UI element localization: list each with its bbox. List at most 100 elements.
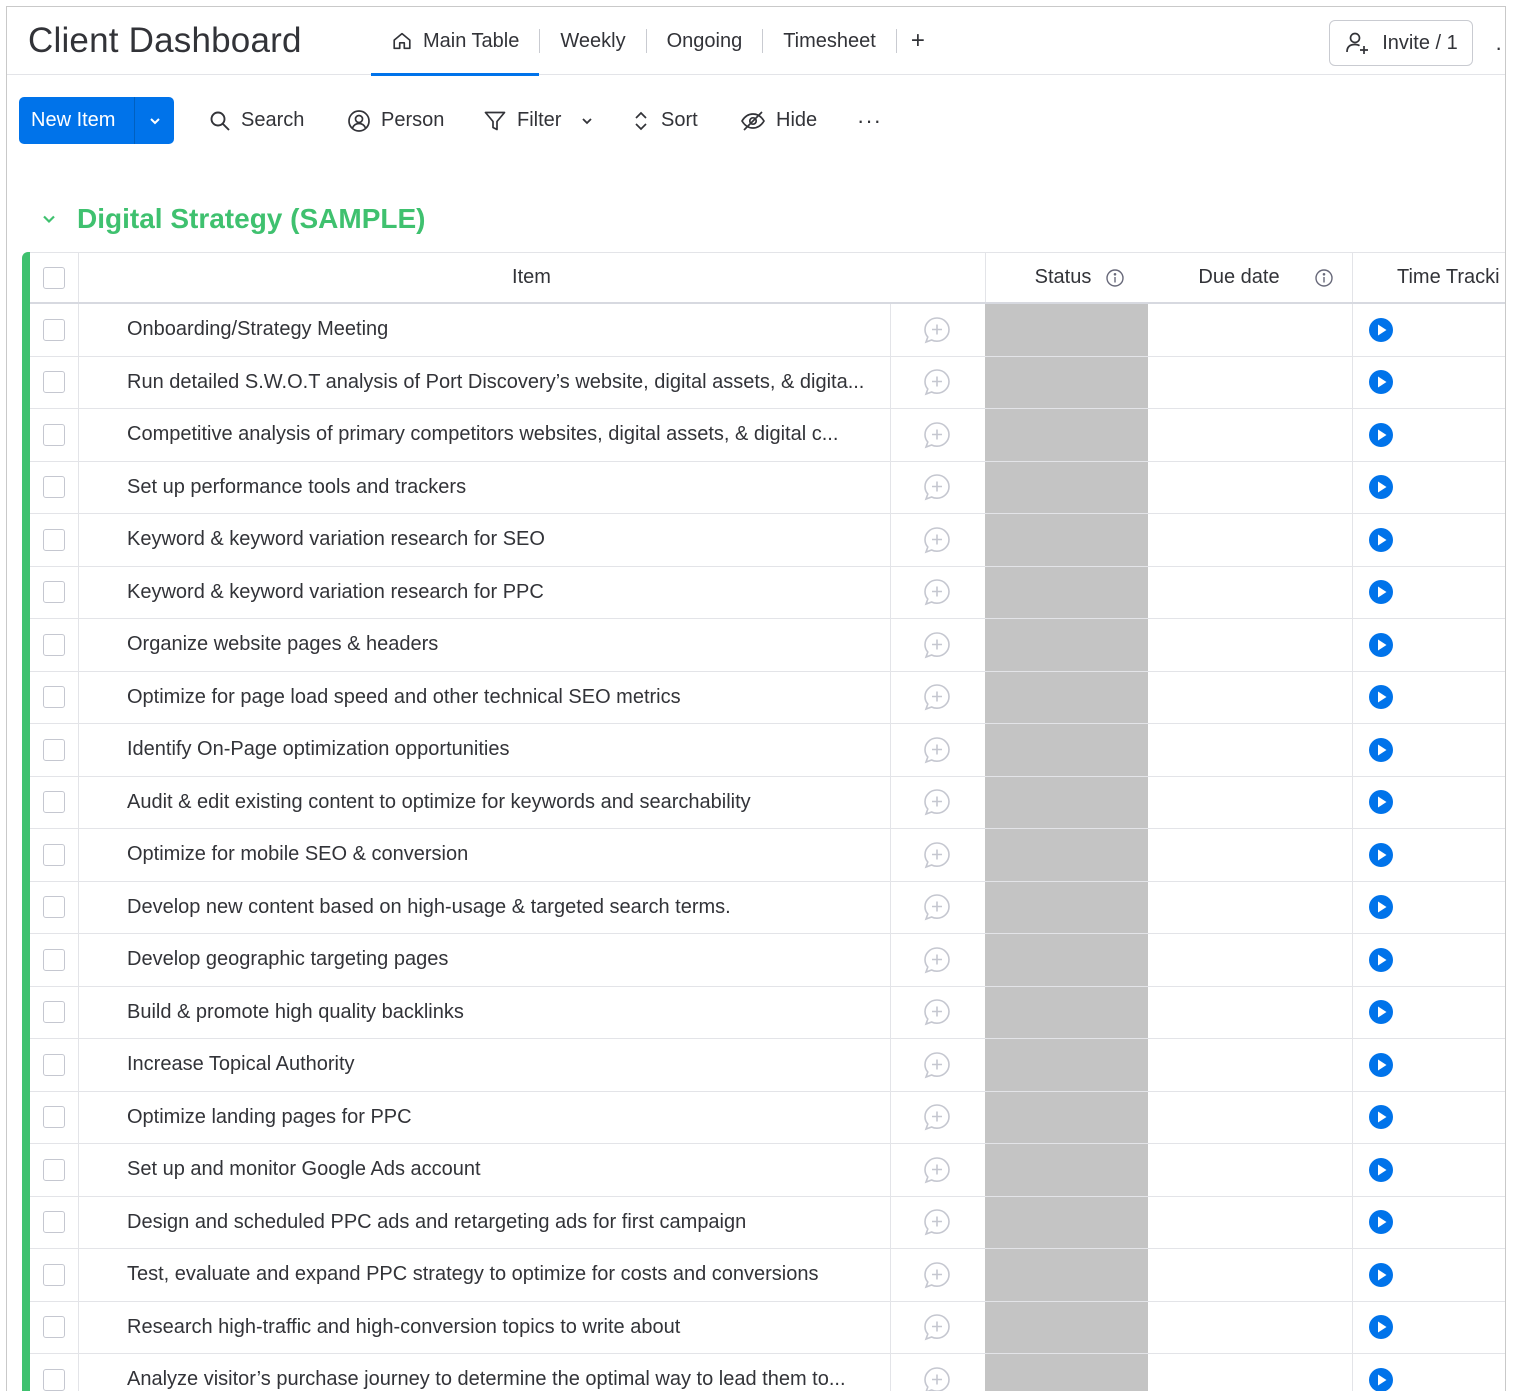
add-update-icon[interactable] bbox=[922, 525, 952, 555]
add-view-button[interactable]: + bbox=[897, 7, 939, 75]
table-row[interactable]: Identify On-Page optimization opportunit… bbox=[30, 724, 1505, 777]
tab-timesheet[interactable]: Timesheet bbox=[763, 7, 896, 75]
play-icon[interactable] bbox=[1368, 999, 1394, 1025]
item-name[interactable]: Audit & edit existing content to optimiz… bbox=[127, 777, 887, 829]
table-row[interactable]: Increase Topical Authority bbox=[30, 1039, 1505, 1092]
row-checkbox[interactable] bbox=[43, 1001, 65, 1024]
add-update-icon[interactable] bbox=[922, 945, 952, 975]
status-cell[interactable] bbox=[985, 1144, 1148, 1196]
add-update-icon[interactable] bbox=[922, 1155, 952, 1185]
add-update-icon[interactable] bbox=[922, 997, 952, 1027]
table-row[interactable]: Organize website pages & headers bbox=[30, 619, 1505, 672]
status-cell[interactable] bbox=[985, 356, 1148, 408]
play-icon[interactable] bbox=[1368, 1104, 1394, 1130]
add-update-icon[interactable] bbox=[922, 1260, 952, 1290]
item-name[interactable]: Research high-traffic and high-conversio… bbox=[127, 1302, 887, 1354]
filter-button[interactable]: Filter bbox=[483, 97, 595, 144]
row-checkbox[interactable] bbox=[43, 686, 65, 709]
item-name[interactable]: Analyze visitor’s purchase journey to de… bbox=[127, 1354, 887, 1391]
item-name[interactable]: Develop new content based on high-usage … bbox=[127, 882, 887, 934]
row-checkbox[interactable] bbox=[43, 1263, 65, 1286]
status-cell[interactable] bbox=[985, 566, 1148, 618]
column-header-due-date[interactable]: Due date bbox=[1180, 253, 1352, 302]
add-update-icon[interactable] bbox=[922, 1050, 952, 1080]
add-update-icon[interactable] bbox=[922, 472, 952, 502]
table-row[interactable]: Run detailed S.W.O.T analysis of Port Di… bbox=[30, 356, 1505, 409]
status-cell[interactable] bbox=[985, 1354, 1148, 1391]
column-header-time-tracking[interactable]: Time Tracki bbox=[1397, 253, 1505, 302]
row-checkbox[interactable] bbox=[43, 371, 65, 394]
info-icon[interactable] bbox=[1105, 268, 1125, 288]
row-checkbox[interactable] bbox=[43, 1211, 65, 1234]
play-icon[interactable] bbox=[1368, 1157, 1394, 1183]
hide-button[interactable]: Hide bbox=[740, 97, 817, 144]
status-cell[interactable] bbox=[985, 986, 1148, 1038]
row-checkbox[interactable] bbox=[43, 633, 65, 656]
more-actions-button[interactable]: ··· bbox=[857, 97, 882, 144]
play-icon[interactable] bbox=[1368, 1052, 1394, 1078]
table-row[interactable]: Develop geographic targeting pages bbox=[30, 934, 1505, 987]
item-name[interactable]: Competitive analysis of primary competit… bbox=[127, 409, 887, 461]
status-cell[interactable] bbox=[985, 934, 1148, 986]
table-row[interactable]: Research high-traffic and high-conversio… bbox=[30, 1301, 1505, 1354]
status-cell[interactable] bbox=[985, 619, 1148, 671]
item-name[interactable]: Develop geographic targeting pages bbox=[127, 934, 887, 986]
add-update-icon[interactable] bbox=[922, 787, 952, 817]
table-row[interactable]: Analyze visitor’s purchase journey to de… bbox=[30, 1354, 1505, 1391]
play-icon[interactable] bbox=[1368, 474, 1394, 500]
new-item-button[interactable]: New Item bbox=[19, 97, 174, 144]
table-row[interactable]: Keyword & keyword variation research for… bbox=[30, 566, 1505, 619]
status-cell[interactable] bbox=[985, 304, 1148, 356]
table-row[interactable]: Optimize for page load speed and other t… bbox=[30, 671, 1505, 724]
item-name[interactable]: Build & promote high quality backlinks bbox=[127, 987, 887, 1039]
row-checkbox[interactable] bbox=[43, 476, 65, 499]
add-update-icon[interactable] bbox=[922, 315, 952, 345]
search-button[interactable]: Search bbox=[209, 97, 304, 144]
status-cell[interactable] bbox=[985, 461, 1148, 513]
tab-weekly[interactable]: Weekly bbox=[540, 7, 645, 75]
add-update-icon[interactable] bbox=[922, 1365, 952, 1391]
play-icon[interactable] bbox=[1368, 527, 1394, 553]
play-icon[interactable] bbox=[1368, 317, 1394, 343]
table-row[interactable]: Build & promote high quality backlinks bbox=[30, 986, 1505, 1039]
item-name[interactable]: Set up and monitor Google Ads account bbox=[127, 1144, 887, 1196]
row-checkbox[interactable] bbox=[43, 1158, 65, 1181]
chevron-down-icon[interactable] bbox=[579, 113, 595, 129]
row-checkbox[interactable] bbox=[43, 896, 65, 919]
play-icon[interactable] bbox=[1368, 369, 1394, 395]
row-checkbox[interactable] bbox=[43, 318, 65, 341]
row-checkbox[interactable] bbox=[43, 948, 65, 971]
status-cell[interactable] bbox=[985, 829, 1148, 881]
table-row[interactable]: Test, evaluate and expand PPC strategy t… bbox=[30, 1249, 1505, 1302]
item-name[interactable]: Set up performance tools and trackers bbox=[127, 462, 887, 514]
play-icon[interactable] bbox=[1368, 1209, 1394, 1235]
play-icon[interactable] bbox=[1368, 947, 1394, 973]
board-title[interactable]: Client Dashboard bbox=[28, 21, 302, 61]
add-update-icon[interactable] bbox=[922, 892, 952, 922]
table-row[interactable]: Set up and monitor Google Ads account bbox=[30, 1144, 1505, 1197]
invite-button[interactable]: Invite / 1 bbox=[1329, 20, 1473, 66]
row-checkbox[interactable] bbox=[43, 843, 65, 866]
row-checkbox[interactable] bbox=[43, 791, 65, 814]
column-header-status[interactable]: Status bbox=[985, 253, 1175, 302]
tab-ongoing[interactable]: Ongoing bbox=[647, 7, 763, 75]
table-row[interactable]: Optimize landing pages for PPC bbox=[30, 1091, 1505, 1144]
item-name[interactable]: Onboarding/Strategy Meeting bbox=[127, 304, 887, 356]
add-update-icon[interactable] bbox=[922, 367, 952, 397]
row-checkbox[interactable] bbox=[43, 528, 65, 551]
add-update-icon[interactable] bbox=[922, 630, 952, 660]
table-row[interactable]: Design and scheduled PPC ads and retarge… bbox=[30, 1196, 1505, 1249]
item-name[interactable]: Run detailed S.W.O.T analysis of Port Di… bbox=[127, 357, 887, 409]
table-row[interactable]: Competitive analysis of primary competit… bbox=[30, 409, 1505, 462]
play-icon[interactable] bbox=[1368, 789, 1394, 815]
table-row[interactable]: Develop new content based on high-usage … bbox=[30, 881, 1505, 934]
add-update-icon[interactable] bbox=[922, 420, 952, 450]
item-name[interactable]: Keyword & keyword variation research for… bbox=[127, 567, 887, 619]
new-item-dropdown[interactable] bbox=[135, 113, 174, 129]
row-checkbox[interactable] bbox=[43, 1106, 65, 1129]
status-cell[interactable] bbox=[985, 514, 1148, 566]
play-icon[interactable] bbox=[1368, 1367, 1394, 1391]
play-icon[interactable] bbox=[1368, 894, 1394, 920]
item-name[interactable]: Design and scheduled PPC ads and retarge… bbox=[127, 1197, 887, 1249]
item-name[interactable]: Test, evaluate and expand PPC strategy t… bbox=[127, 1249, 887, 1301]
